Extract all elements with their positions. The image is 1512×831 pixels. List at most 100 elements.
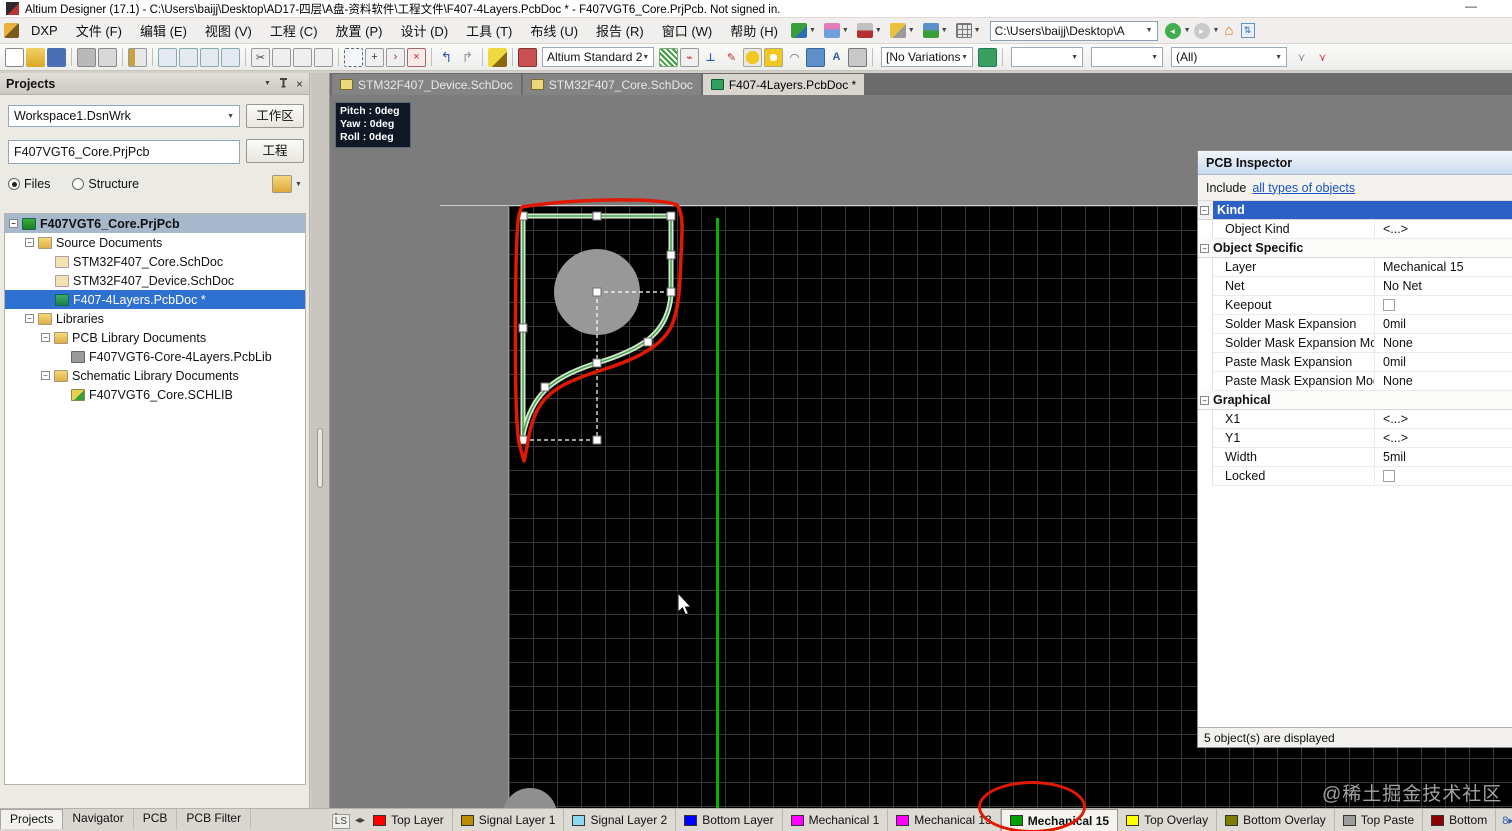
collapse-icon[interactable]: − — [41, 333, 50, 342]
row-paste-mask-expansion[interactable]: Paste Mask Expansion 0mil — [1212, 353, 1512, 372]
pin-icon[interactable] — [279, 78, 288, 89]
sch-editor-dropdown[interactable]: ▼ — [790, 23, 816, 38]
tree-item-schlib[interactable]: F407VGT6_Core.SCHLIB — [5, 385, 305, 404]
layer-tab-top-paste[interactable]: Top Paste — [1335, 809, 1424, 831]
layer-tab-mechanical-1[interactable]: Mechanical 1 — [783, 809, 889, 831]
menu-file[interactable]: 文件 (F) — [68, 18, 130, 43]
align-dropdown[interactable]: ▼ — [889, 23, 915, 38]
section-graphical[interactable]: − Graphical — [1198, 391, 1512, 410]
doc-tab-core-schdoc[interactable]: STM32F407_Core.SchDoc — [522, 74, 701, 95]
tab-projects[interactable]: Projects — [0, 809, 64, 829]
close-panel-icon[interactable]: × — [296, 77, 303, 91]
menu-project[interactable]: 工程 (C) — [262, 18, 326, 43]
tab-navigator[interactable]: Navigator — [63, 809, 134, 829]
new-document-button[interactable] — [5, 47, 24, 67]
zoom-area-button[interactable] — [179, 47, 198, 67]
place-string-tool-button[interactable]: ⊥ — [701, 48, 720, 67]
menu-reports[interactable]: 报告 (R) — [588, 18, 652, 43]
row-solder-mask-expansion[interactable]: Solder Mask Expansion 0mil — [1212, 315, 1512, 334]
tree-item-libraries[interactable]: − Libraries — [5, 309, 305, 328]
menu-dxp[interactable]: DXP — [23, 20, 66, 41]
layer-tab-bottom[interactable]: Bottom — [1423, 809, 1497, 831]
collapse-icon[interactable]: − — [1200, 205, 1209, 215]
style-combo[interactable]: Altium Standard 2 ▼ — [542, 47, 654, 67]
place-pad-button[interactable] — [743, 47, 762, 67]
include-types-link[interactable]: all types of objects — [1252, 181, 1355, 195]
paste-button[interactable] — [293, 47, 312, 67]
section-object-specific[interactable]: − Object Specific — [1198, 239, 1512, 258]
zoom-document-button[interactable] — [158, 47, 177, 67]
grid-dropdown[interactable]: ▼ — [955, 23, 981, 38]
interactive-route-button[interactable] — [488, 47, 507, 67]
doc-tab-device-schdoc[interactable]: STM32F407_Device.SchDoc — [332, 74, 521, 95]
row-layer[interactable]: Layer Mechanical 15 — [1212, 258, 1512, 277]
prop-value[interactable]: <...> — [1375, 431, 1408, 445]
tab-pcb-filter[interactable]: PCB Filter — [177, 809, 252, 829]
tree-item-schematic-library-documents[interactable]: − Schematic Library Documents — [5, 366, 305, 385]
row-object-kind[interactable]: Object Kind <...> — [1212, 220, 1512, 239]
menu-tools[interactable]: 工具 (T) — [458, 18, 520, 43]
place-via-button[interactable] — [764, 47, 783, 67]
tree-item-device-schdoc[interactable]: STM32F407_Device.SchDoc — [5, 271, 305, 290]
filter-combo-2[interactable]: ▼ — [1091, 47, 1163, 67]
tree-item-pcblib[interactable]: F407VGT6-Core-4Layers.PcbLib — [5, 347, 305, 366]
filter-select-button[interactable]: ⋎ — [1292, 48, 1311, 67]
menu-view[interactable]: 视图 (V) — [197, 18, 260, 43]
project-field[interactable]: F407VGT6_Core.PrjPcb — [8, 140, 240, 164]
print-button[interactable] — [77, 47, 96, 67]
back-button[interactable]: ◂ — [1164, 22, 1181, 39]
collapse-icon[interactable]: − — [25, 314, 34, 323]
menu-design[interactable]: 设计 (D) — [392, 18, 456, 43]
place-component-button[interactable] — [848, 47, 867, 67]
tree-item-pcb-library-documents[interactable]: − PCB Library Documents — [5, 328, 305, 347]
menu-place[interactable]: 放置 (P) — [328, 18, 391, 43]
zoom-selected-button[interactable] — [200, 47, 219, 67]
prop-value[interactable]: Mechanical 15 — [1375, 260, 1464, 274]
clear-filter-button[interactable]: × — [407, 47, 426, 67]
undo-button[interactable]: ↰ — [437, 48, 456, 67]
copy-button[interactable] — [272, 47, 291, 67]
layer-tab-mechanical-15[interactable]: Mechanical 15 — [1000, 809, 1119, 831]
forward-button[interactable]: ▸ — [1193, 22, 1210, 39]
menu-route[interactable]: 布线 (U) — [522, 18, 586, 43]
place-fill-button[interactable] — [806, 47, 825, 67]
prop-value[interactable]: 0mil — [1375, 317, 1406, 331]
collapse-icon[interactable]: − — [1200, 243, 1209, 253]
workspace-button[interactable]: 工作区 — [246, 104, 304, 128]
collapse-icon[interactable]: − — [1200, 395, 1209, 405]
row-locked[interactable]: Locked — [1212, 467, 1512, 486]
row-keepout[interactable]: Keepout — [1212, 296, 1512, 315]
panel-menu-icon[interactable]: ▼ — [264, 80, 271, 87]
row-net[interactable]: Net No Net — [1212, 277, 1512, 296]
open-project-split-button[interactable]: ▼ — [272, 173, 306, 195]
collapse-icon[interactable]: − — [25, 238, 34, 247]
scope-combo[interactable]: (All) ▼ — [1171, 47, 1287, 67]
footprint-dropdown[interactable]: ▼ — [856, 23, 882, 38]
layer-tab-signal-layer-2[interactable]: Signal Layer 2 — [564, 809, 677, 831]
locked-checkbox[interactable] — [1383, 470, 1395, 482]
home-button[interactable]: ⌂ — [1224, 22, 1233, 39]
filter-combo-1[interactable]: ▼ — [1011, 47, 1083, 67]
place-arc-button[interactable]: ◠ — [785, 48, 804, 67]
route-button[interactable]: ⌁ — [680, 47, 699, 67]
splitter-grip[interactable] — [317, 428, 323, 488]
save-button[interactable] — [47, 47, 66, 67]
prop-value[interactable]: None — [1375, 336, 1413, 350]
open-button[interactable] — [26, 47, 45, 67]
select-area-button[interactable] — [344, 47, 363, 67]
layer-set-indicator[interactable]: LS — [331, 812, 350, 829]
row-solder-mask-expansion-mode[interactable]: Solder Mask Expansion Mo... None — [1212, 334, 1512, 353]
zoom-filtered-button[interactable] — [221, 47, 240, 67]
section-kind[interactable]: − Kind — [1198, 201, 1512, 220]
panel-splitter[interactable] — [311, 73, 330, 808]
filter-clear-button[interactable]: ⋎ — [1313, 48, 1332, 67]
place-line-button[interactable]: ✎ — [722, 48, 741, 67]
cut-button[interactable]: ✂ — [251, 47, 270, 67]
paste-array-button[interactable] — [314, 47, 333, 67]
row-width[interactable]: Width 5mil — [1212, 448, 1512, 467]
menu-window[interactable]: 窗口 (W) — [654, 18, 721, 43]
row-x1[interactable]: X1 <...> — [1212, 410, 1512, 429]
layer-tab-top-layer[interactable]: Top Layer — [365, 809, 453, 831]
tree-item-pcbdoc[interactable]: F407-4Layers.PcbDoc * — [5, 290, 305, 309]
layer-tab-top-overlay[interactable]: Top Overlay — [1118, 809, 1218, 831]
